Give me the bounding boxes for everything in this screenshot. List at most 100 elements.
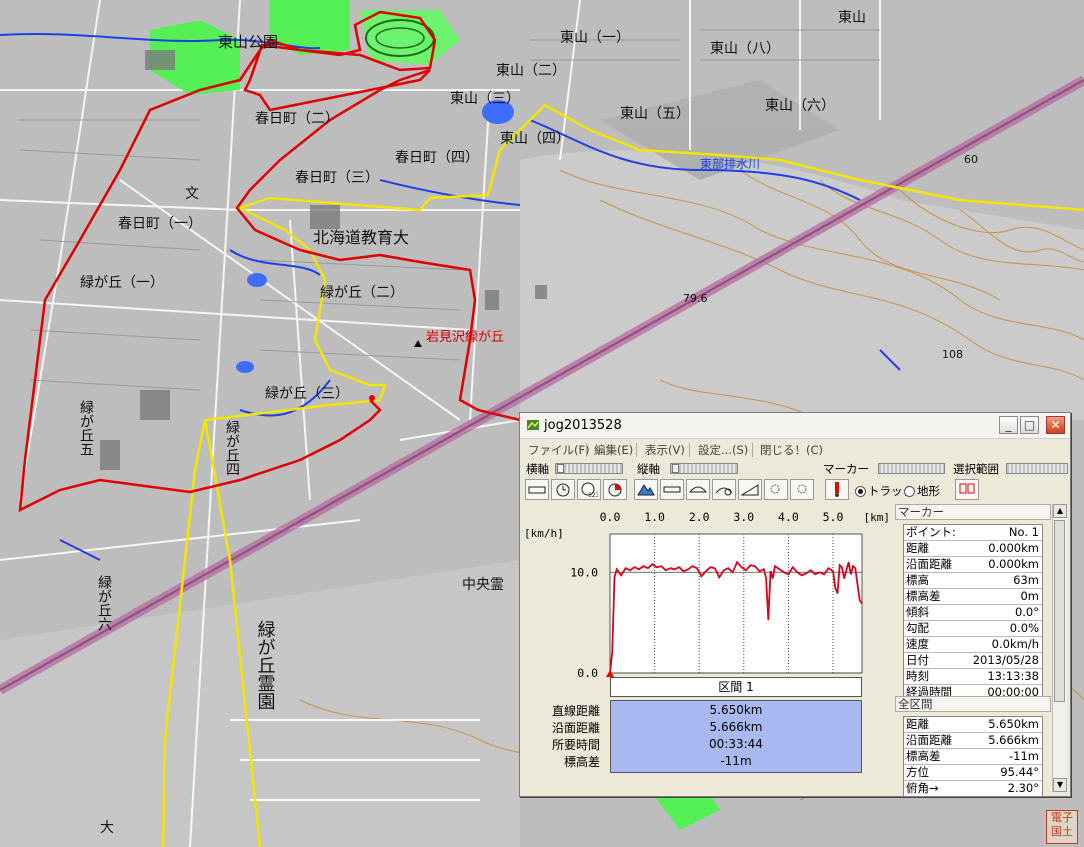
- terrain-radio[interactable]: [904, 486, 915, 497]
- scroll-down-arrow[interactable]: ▼: [1053, 778, 1067, 792]
- title-bar[interactable]: jog2013528 _ □ ✕: [520, 413, 1070, 439]
- all-section-info-key: 距離: [906, 717, 929, 731]
- speed-point: [774, 565, 776, 567]
- map-label: 文: [185, 186, 199, 202]
- all-section-info-key: 標高差: [906, 749, 941, 763]
- map-label: 東山（三）: [450, 91, 520, 107]
- all-section-info-row: 距離 5.650km: [904, 717, 1042, 733]
- marker-info-row: ポイント: No. 1: [904, 525, 1042, 541]
- elevation-profile-window[interactable]: jog2013528 _ □ ✕ ファイル(F) 編集(E) 表示(V) 設定.…: [519, 412, 1071, 797]
- menu-file[interactable]: ファイル(F): [526, 442, 592, 458]
- window-title: jog2013528: [544, 418, 622, 433]
- clock-count-icon: 123: [581, 482, 598, 497]
- elevation-diff-label: 標高差: [563, 755, 600, 769]
- map-label: 春日町（二）: [255, 111, 339, 127]
- pin-icon: [835, 482, 839, 497]
- terrain-profile-button[interactable]: [634, 479, 658, 500]
- marker-info-key: 日付: [906, 653, 929, 667]
- map-label: 東山: [838, 10, 866, 26]
- vertical-scrollbar[interactable]: ▲ ▼: [1052, 504, 1067, 792]
- speed-point: [740, 566, 743, 568]
- x-tick-label: 5.0: [823, 510, 844, 524]
- speed-point: [805, 572, 807, 574]
- marker-pin-button[interactable]: [825, 479, 849, 500]
- menu-view[interactable]: 表示(V): [643, 442, 687, 458]
- speed-point: [859, 599, 861, 602]
- minimize-button[interactable]: _: [999, 416, 1018, 434]
- speed-point: [629, 569, 631, 571]
- marker-info-key: 時刻: [906, 669, 929, 683]
- map-label: 緑が丘四: [224, 420, 240, 476]
- x-axis-unit: [km]: [864, 511, 891, 524]
- speed-point: [620, 574, 622, 576]
- clock-count-button[interactable]: 123: [577, 479, 601, 500]
- menu-close[interactable]: 閉じる！(C): [758, 442, 825, 458]
- speed-point: [843, 577, 845, 579]
- map-label: 79.6: [683, 292, 708, 305]
- all-section-info-row: 方位 95.44°: [904, 765, 1042, 781]
- marker-info-value: 0.0%: [1009, 621, 1039, 635]
- svg-text:123: 123: [588, 492, 598, 497]
- speed-point: [709, 566, 711, 568]
- range-select-button[interactable]: [955, 479, 979, 500]
- sun-left-button[interactable]: [764, 479, 788, 500]
- speed-point: [792, 566, 794, 568]
- all-section-panel-header[interactable]: 全区間: [895, 696, 1051, 712]
- map-label: 春日町（四）: [395, 150, 479, 166]
- speed-point: [613, 576, 616, 578]
- curve-button[interactable]: [686, 479, 710, 500]
- slope-button[interactable]: [738, 479, 762, 500]
- clock-icon: [556, 483, 570, 497]
- flat-ruler-button[interactable]: [660, 479, 684, 500]
- speed-point: [763, 568, 765, 570]
- speed-point: [787, 573, 790, 575]
- marker-info-key: 沿面距離: [906, 557, 952, 571]
- clock-button[interactable]: [551, 479, 575, 500]
- maximize-button[interactable]: □: [1020, 416, 1039, 434]
- scroll-up-arrow[interactable]: ▲: [1053, 504, 1067, 518]
- vertical-axis-slider[interactable]: [670, 463, 738, 474]
- track-radio[interactable]: [855, 486, 866, 497]
- stamp-line-1: 電子: [1051, 811, 1073, 824]
- menu-edit[interactable]: 編集(E): [592, 442, 635, 458]
- menu-settings[interactable]: 設定...(S): [696, 442, 750, 458]
- marker-panel-header[interactable]: マーカー: [895, 504, 1051, 520]
- speed-point: [736, 561, 738, 563]
- arc-icon: [689, 486, 707, 493]
- speed-chart-area: 0.0 1.0 2.0 3.0 4.0 5.0 10.0 0.0 [km] [km/h] 区…: [522, 504, 894, 792]
- map-label-cemetery: 緑が丘霊園: [255, 620, 276, 710]
- map-label: 60: [964, 153, 978, 166]
- marker-slider[interactable]: [878, 463, 945, 474]
- surface-distance-value: 5.666km: [709, 720, 763, 734]
- scroll-thumb[interactable]: [1054, 520, 1065, 702]
- map-label: 東山（四）: [500, 131, 570, 147]
- section-header[interactable]: 区間 1: [610, 677, 862, 697]
- marker-info-value: No. 1: [1008, 525, 1039, 539]
- close-button[interactable]: ✕: [1046, 416, 1065, 434]
- marker-info-row: 勾配 0.0%: [904, 621, 1042, 637]
- plot-background: [609, 533, 863, 674]
- selection-range-label: 選択範囲: [953, 462, 999, 476]
- sun-right-button[interactable]: [790, 479, 814, 500]
- speed-chart[interactable]: 0.0 1.0 2.0 3.0 4.0 5.0 10.0 0.0 [km] [km/h]: [522, 504, 894, 679]
- ruler-horizontal-button[interactable]: [525, 479, 549, 500]
- x-tick-label: 4.0: [778, 510, 799, 524]
- speed-point: [827, 567, 830, 569]
- map-label: 東部排水川: [700, 156, 760, 171]
- speed-point: [656, 566, 658, 568]
- marker-info-value: 0.000km: [988, 541, 1039, 555]
- gauge-button[interactable]: [712, 479, 736, 500]
- selection-range-slider[interactable]: [1006, 463, 1068, 474]
- map-label: 108: [942, 348, 963, 361]
- marker-info-value: 13:13:38: [987, 669, 1039, 683]
- marker-info-table: ポイント: No. 1 距離 0.000km 沿面距離 0.000km 標高 63m 標高差 0m…: [903, 524, 1043, 701]
- horizontal-axis-slider[interactable]: [555, 463, 623, 474]
- speed-point: [765, 577, 767, 579]
- map-label-university: 北海道教育大: [313, 228, 409, 247]
- marker-info-key: 勾配: [906, 621, 929, 635]
- speed-point: [819, 571, 821, 573]
- speed-point: [772, 577, 774, 579]
- map-label-point: 岩見沢緑が丘: [426, 330, 504, 345]
- stamp-line-2: 国土: [1051, 825, 1073, 838]
- pace-button[interactable]: [603, 479, 627, 500]
